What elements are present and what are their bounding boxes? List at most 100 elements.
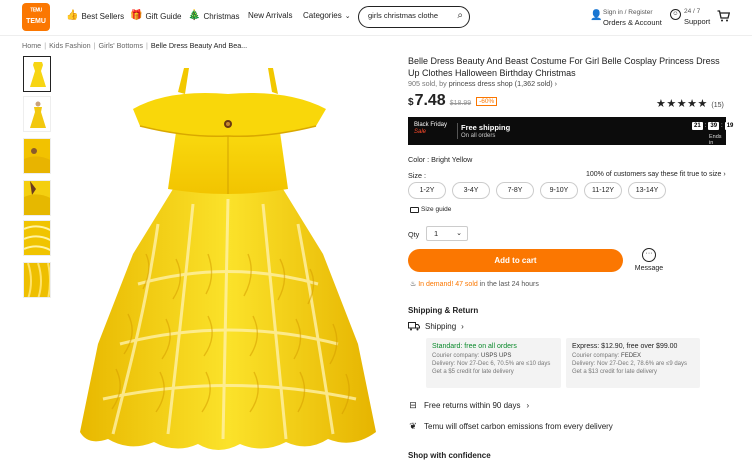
carbon-label: Temu will offset carbon emissions from e… xyxy=(424,421,613,431)
discount-badge: -60% xyxy=(476,97,498,106)
size-option[interactable]: 9-10Y xyxy=(540,182,578,199)
nav-christmas[interactable]: 🎄 Christmas xyxy=(188,11,239,21)
fit-text: 100% of customers say these fit true to … xyxy=(586,171,722,178)
christmas-tree-icon: 🎄 xyxy=(188,10,201,21)
standard-shipping-box: Standard: free on all orders Courier com… xyxy=(426,338,561,388)
breadcrumb: Home | Kids Fashion | Girls' Bottoms | B… xyxy=(22,41,247,50)
account-menu[interactable]: 👤 Sign in / Register Orders & Account xyxy=(590,7,668,29)
shipping-label: Shipping xyxy=(425,322,457,331)
nav-label: Categories xyxy=(303,11,342,20)
product-title: Belle Dress Beauty And Beast Costume For… xyxy=(408,56,720,78)
qty-label: Qty xyxy=(408,230,420,239)
thumbs-up-icon: 👍 xyxy=(66,10,79,21)
event-line1: Black Friday xyxy=(414,122,448,128)
qty-value: 1 xyxy=(434,229,439,238)
price-block: $ 7.48 $18.99 -60% xyxy=(408,92,498,110)
thumbnail-4[interactable] xyxy=(23,180,51,216)
black-friday-badge: Black Friday Sale xyxy=(414,122,452,140)
size-option[interactable]: 3-4Y xyxy=(452,182,490,199)
product-main-image[interactable] xyxy=(58,54,397,465)
nav-categories[interactable]: Categories ⌄ xyxy=(303,11,351,20)
size-options: 1-2Y 3-4Y 7-8Y 9-10Y 11-12Y 13-14Y xyxy=(408,182,666,199)
demand-highlight: In demand! 47 sold xyxy=(418,281,478,288)
breadcrumb-current: Belle Dress Beauty And Bea... xyxy=(150,41,248,50)
ruler-icon xyxy=(410,206,419,213)
color-label: Color : Bright Yellow xyxy=(408,155,473,164)
shop-name: princess dress shop (1,362 sold) xyxy=(448,79,553,88)
account-line2: Orders & Account xyxy=(603,18,662,27)
thumbnail-3[interactable] xyxy=(23,138,51,174)
chevron-down-icon: ⌄ xyxy=(456,230,462,237)
free-returns-link[interactable]: ⊟ Free returns within 90 days › xyxy=(408,400,529,410)
nav-best-sellers[interactable]: 👍 Best Sellers xyxy=(66,11,124,21)
thumbnail-6[interactable] xyxy=(23,262,51,298)
search-input[interactable] xyxy=(368,11,454,20)
standard-courier: Courier company: USPS UPS xyxy=(432,353,555,359)
account-line1: Sign in / Register xyxy=(603,9,653,16)
logo-text: TEMU xyxy=(26,18,46,25)
breadcrumb-kids-fashion[interactable]: Kids Fashion xyxy=(49,41,91,50)
size-option[interactable]: 13-14Y xyxy=(628,182,666,199)
size-option[interactable]: 1-2Y xyxy=(408,182,446,199)
event-line2: Sale xyxy=(414,129,427,135)
size-option[interactable]: 7-8Y xyxy=(496,182,534,199)
review-count: (15) xyxy=(711,102,724,109)
courier-names: FEDEX xyxy=(621,353,642,359)
search-bar[interactable]: ⌕ xyxy=(358,6,470,28)
star-icon: ★★★★★ xyxy=(656,98,708,110)
express-delivery: Delivery: Nov 27-Dec 2, 78.6% are ≤9 day… xyxy=(572,361,688,367)
support-menu[interactable]: ☺ 24 / 7 Support xyxy=(670,7,714,29)
user-icon: 👤 xyxy=(590,10,603,21)
express-courier: Courier company: FEDEX xyxy=(572,353,694,359)
rating-stars[interactable]: ★★★★★ (15) xyxy=(656,97,724,110)
express-title: Express: $12.90, free over $99.00 xyxy=(572,343,678,350)
size-option[interactable]: 11-12Y xyxy=(584,182,622,199)
temu-logo[interactable]: ᵀᴱᴹᵁ TEMU xyxy=(22,3,50,31)
shipping-link[interactable]: Shipping › xyxy=(408,322,464,331)
standard-delivery: Delivery: Nov 27-Dec 6, 70.5% are ≤10 da… xyxy=(432,361,551,367)
search-icon[interactable]: ⌕ xyxy=(457,10,463,21)
breadcrumb-separator: | xyxy=(44,41,47,50)
thumbnail-5[interactable] xyxy=(23,220,51,256)
nav-new-arrivals[interactable]: New Arrivals xyxy=(248,11,292,20)
truck-icon xyxy=(408,322,420,331)
promo-banner: Black Friday Sale Free shipping On all o… xyxy=(408,117,736,146)
free-returns-label: Free returns within 90 days xyxy=(424,400,521,410)
message-button[interactable]: ··· Message xyxy=(632,248,666,272)
shipping-heading: Shipping & Return xyxy=(408,306,479,315)
standard-credit: Get a $5 credit for late delivery xyxy=(432,369,514,375)
fit-info[interactable]: 100% of customers say these fit true to … xyxy=(586,171,726,178)
add-to-cart-button[interactable]: Add to cart xyxy=(408,249,623,272)
nav-gift-guide[interactable]: 🎁 Gift Guide xyxy=(130,11,181,21)
courier-label: Courier company: xyxy=(432,353,480,359)
courier-label: Courier company: xyxy=(572,353,620,359)
nav-label: Gift Guide xyxy=(145,11,182,21)
top-header: ᵀᴱᴹᵁ TEMU 👍 Best Sellers 🎁 Gift Guide 🎄 … xyxy=(0,0,752,36)
sold-info: 905 sold, by princess dress shop (1,362 … xyxy=(408,79,557,88)
breadcrumb-girls-bottoms[interactable]: Girls' Bottoms xyxy=(99,41,144,50)
quantity-select[interactable]: 1 ⌄ xyxy=(426,226,468,241)
breadcrumb-separator: | xyxy=(146,41,148,50)
yellow-dress-illustration xyxy=(80,68,376,450)
divider xyxy=(457,123,458,139)
timer-seconds: 19 xyxy=(724,122,736,130)
size-label: Size : xyxy=(408,171,426,180)
size-guide-label: Size guide xyxy=(421,206,452,213)
headset-icon: ☺ xyxy=(670,9,681,20)
support-line1: 24 / 7 xyxy=(684,8,701,15)
nav-label: New Arrivals xyxy=(248,11,293,20)
thumbnail-2[interactable] xyxy=(23,96,51,132)
breadcrumb-home[interactable]: Home xyxy=(22,41,41,50)
thumbnail-1[interactable] xyxy=(23,56,51,92)
original-price: $18.99 xyxy=(449,100,472,107)
demand-rest: in the last 24 hours xyxy=(477,281,539,288)
standard-title: Standard: free on all orders xyxy=(432,343,517,350)
size-guide-link[interactable]: Size guide xyxy=(410,206,451,213)
shop-link[interactable]: princess dress shop (1,362 sold) › xyxy=(449,79,557,88)
courier-names: USPS UPS xyxy=(481,353,512,359)
express-credit: Get a $13 credit for late delivery xyxy=(572,369,658,375)
sold-count: 905 sold, by xyxy=(408,79,447,88)
nav-label: Christmas xyxy=(203,11,240,21)
cart-icon[interactable] xyxy=(717,10,731,25)
carbon-offset-info: ❦ Temu will offset carbon emissions from… xyxy=(408,421,613,431)
